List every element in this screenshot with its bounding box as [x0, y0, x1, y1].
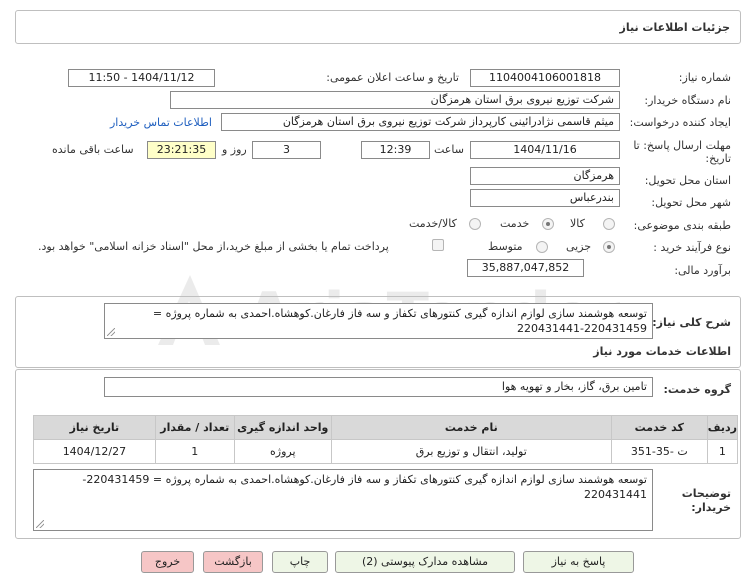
announce-label: تاریخ و ساعت اعلان عمومی:	[326, 71, 459, 84]
days-label: روز و	[222, 143, 247, 156]
service-group-field: تامین برق، گاز، بخار و تهویه هوا	[104, 377, 653, 397]
creator-field: میثم قاسمی نژادرائینی کارپرداز شرکت توزی…	[221, 113, 620, 131]
resize-grip-icon[interactable]	[107, 328, 115, 336]
col-header-need-date: تاریخ نیاز	[33, 415, 156, 440]
col-header-row-number: ردیف	[706, 415, 739, 440]
buyer-notes-label: توضیحات	[681, 487, 731, 500]
services-table: ردیف کد خدمت نام خدمت واحد اندازه گیری ت…	[33, 415, 739, 464]
process-option-medium: متوسط	[488, 240, 523, 253]
deadline-time-label: ساعت	[434, 143, 464, 156]
buyer-notes-textarea[interactable]: توسعه هوشمند سازی لوازم اندازه گیری کنتو…	[33, 469, 653, 531]
deadline-label-date: تاریخ:	[705, 152, 731, 165]
estimate-field: 35,887,047,852	[467, 259, 584, 277]
back-button[interactable]: بازگشت	[203, 551, 263, 573]
buyer-contact-link[interactable]: اطلاعات تماس خریدار	[110, 116, 212, 129]
cell-unit: پروژه	[233, 439, 332, 464]
buyer-org-label: نام دستگاه خریدار:	[644, 94, 731, 107]
category-radio-goods[interactable]	[603, 218, 615, 230]
remaining-days-field: 3	[252, 141, 321, 159]
province-field: هرمزگان	[470, 167, 620, 185]
cell-need-date: 1404/12/27	[33, 439, 156, 464]
table-row: 1 ت -35-351 تولید، انتقال و توزیع برق پر…	[33, 439, 739, 464]
cell-row-number: 1	[706, 439, 739, 464]
buyer-notes-text: توسعه هوشمند سازی لوازم اندازه گیری کنتو…	[82, 473, 647, 501]
remaining-time-field: 23:21:35	[147, 141, 216, 159]
need-number-label: شماره نیاز:	[678, 71, 731, 84]
deadline-date-field: 1404/11/16	[470, 141, 620, 159]
buyer-org-field: شرکت توزیع نیروی برق استان هرمزگان	[170, 91, 620, 109]
creator-label: ایجاد کننده درخواست:	[629, 116, 731, 129]
category-label: طبقه بندی موضوعی:	[633, 219, 731, 232]
category-option-goods: کالا	[570, 217, 585, 230]
deadline-label: مهلت ارسال پاسخ: تا	[633, 139, 731, 152]
buyer-notes-label-2: خریدار:	[691, 501, 731, 514]
announce-field: 1404/11/12 - 11:50	[68, 69, 215, 87]
city-label: شهر محل تحویل:	[651, 196, 731, 209]
process-radio-minor[interactable]	[603, 241, 615, 253]
summary-label: شرح کلی نیاز:	[652, 316, 731, 329]
print-button[interactable]: چاپ	[272, 551, 328, 573]
province-label: استان محل تحویل:	[644, 174, 731, 187]
summary-textarea[interactable]: توسعه هوشمند سازی لوازم اندازه گیری کنتو…	[104, 303, 653, 339]
col-header-service-name: نام خدمت	[330, 415, 612, 440]
estimate-label: برآورد مالی:	[674, 264, 731, 277]
remaining-time-label: ساعت باقی مانده	[52, 143, 134, 156]
col-header-unit: واحد اندازه گیری	[233, 415, 332, 440]
col-header-service-code: کد خدمت	[610, 415, 708, 440]
reply-button[interactable]: پاسخ به نیاز	[523, 551, 634, 573]
process-option-minor: جزیی	[566, 240, 592, 253]
cell-quantity: 1	[154, 439, 235, 464]
services-section-title: اطلاعات خدمات مورد نیاز	[593, 345, 731, 358]
category-option-service: خدمت	[500, 217, 530, 230]
service-group-label: گروه خدمت:	[663, 383, 731, 396]
header-panel: جزئیات اطلاعات نیاز	[15, 10, 741, 44]
cell-service-name: تولید، انتقال و توزیع برق	[330, 439, 612, 464]
table-header-row: ردیف کد خدمت نام خدمت واحد اندازه گیری ت…	[33, 415, 739, 440]
attachments-button[interactable]: مشاهده مدارک پیوستی (2)	[335, 551, 515, 573]
process-label: نوع فرآیند خرید :	[653, 241, 731, 254]
exit-button[interactable]: خروج	[141, 551, 194, 573]
page-title: جزئیات اطلاعات نیاز	[619, 21, 731, 34]
cell-service-code: ت -35-351	[610, 439, 708, 464]
resize-grip-icon[interactable]	[36, 520, 44, 528]
process-radio-medium[interactable]	[536, 241, 548, 253]
treasury-payment-note: پرداخت تمام یا بخشی از مبلغ خرید،از محل …	[38, 240, 389, 253]
need-number-field: 1104004106001818	[470, 69, 620, 87]
summary-text: توسعه هوشمند سازی لوازم اندازه گیری کنتو…	[152, 307, 647, 335]
treasury-payment-checkbox[interactable]	[432, 239, 444, 251]
city-field: بندرعباس	[470, 189, 620, 207]
category-radio-goods-service[interactable]	[469, 218, 481, 230]
deadline-time-field: 12:39	[361, 141, 430, 159]
category-option-goods-service: کالا/خدمت	[409, 217, 457, 230]
category-radio-service[interactable]	[542, 218, 554, 230]
col-header-quantity: تعداد / مقدار	[154, 415, 235, 440]
